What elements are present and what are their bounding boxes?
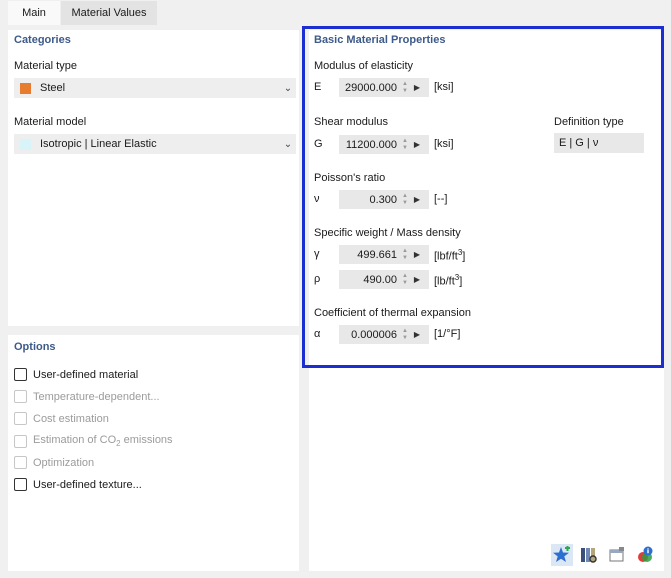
material-type-select[interactable]: Steel ⌄ (14, 78, 296, 98)
model-color-swatch (20, 138, 31, 150)
option-label: Optimization (33, 456, 95, 469)
tab-bar: Main Material Values (0, 0, 671, 26)
steel-color-swatch (20, 82, 31, 94)
checkbox-box[interactable] (14, 456, 27, 469)
checkbox-box[interactable] (14, 478, 27, 491)
categories-panel: Categories Material type Steel ⌄ Materia… (8, 30, 299, 326)
material-model-select[interactable]: Isotropic | Linear Elastic ⌄ (14, 134, 296, 154)
highlight-frame (302, 26, 664, 368)
optimization-checkbox[interactable]: Optimization (14, 456, 94, 469)
library-icon[interactable] (578, 544, 600, 566)
option-label: Cost estimation (33, 412, 109, 425)
material-type-value: Steel (40, 82, 66, 94)
user-defined-material-checkbox[interactable]: User-defined material (14, 368, 138, 381)
checkbox-box[interactable] (14, 368, 27, 381)
option-label: Estimation of CO2 emissions (33, 434, 173, 448)
co2-label-base: Estimation of CO (33, 434, 117, 446)
checkbox-box[interactable] (14, 412, 27, 425)
material-type-label: Material type (14, 60, 77, 72)
chevron-down-icon[interactable]: ⌄ (280, 83, 296, 94)
options-panel: Options User-defined material Temperatur… (8, 335, 299, 571)
co2-estimation-checkbox[interactable]: Estimation of CO2 emissions (14, 434, 173, 448)
tab-main[interactable]: Main (8, 1, 60, 25)
chevron-down-icon[interactable]: ⌄ (280, 139, 296, 150)
options-title: Options (14, 341, 56, 353)
tab-material-values[interactable]: Material Values (61, 1, 157, 25)
checkbox-box[interactable] (14, 434, 27, 448)
option-label: User-defined material (33, 368, 139, 381)
cost-estimation-checkbox[interactable]: Cost estimation (14, 412, 109, 425)
option-label: Temperature-dependent... (33, 390, 160, 403)
user-defined-texture-checkbox[interactable]: User-defined texture... (14, 478, 142, 491)
temperature-dependent-checkbox[interactable]: Temperature-dependent... (14, 390, 160, 403)
material-model-label: Material model (14, 116, 87, 128)
co2-label-suffix: emissions (120, 434, 173, 446)
checkbox-box[interactable] (14, 390, 27, 403)
material-model-value: Isotropic | Linear Elastic (40, 138, 157, 150)
new-star-icon[interactable] (551, 544, 573, 566)
categories-title: Categories (14, 34, 71, 46)
window-icon[interactable] (606, 544, 628, 566)
option-label: User-defined texture... (33, 478, 142, 491)
color-info-icon[interactable] (634, 544, 656, 566)
